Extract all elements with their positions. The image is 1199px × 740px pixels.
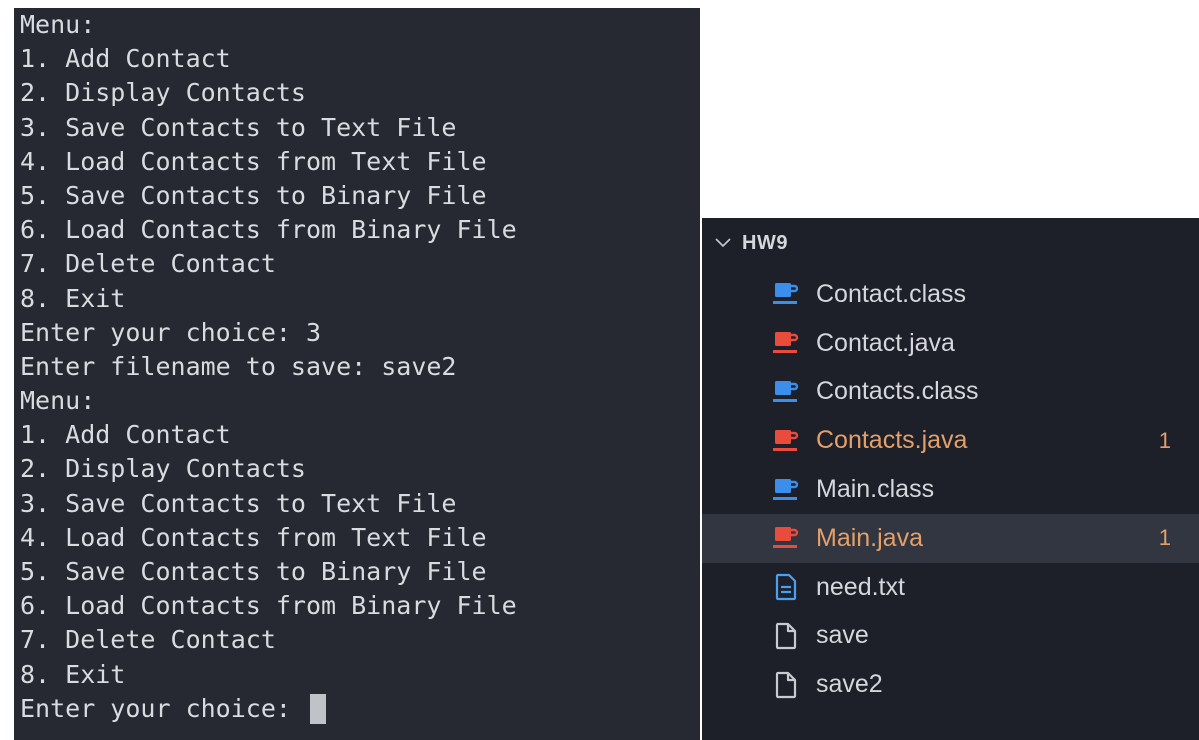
terminal-line: 1. Add Contact [20, 44, 231, 74]
terminal-line: 8. Exit [20, 283, 126, 313]
explorer-file-name: Main.java [816, 523, 923, 552]
terminal-line: Enter your choice: 3 [20, 317, 322, 347]
terminal-line: Enter filename to save: save2 [20, 351, 457, 381]
problem-count-badge: 1 [1158, 427, 1171, 453]
terminal-line: 8. Exit [20, 659, 126, 689]
terminal-line: 6. Load Contacts from Binary File [20, 591, 517, 621]
explorer-file-name: Contact.class [816, 279, 967, 308]
explorer-file-name: Main.class [816, 475, 935, 504]
explorer-file-list: Contact.class Contact.java Contacts.class C… [702, 270, 1199, 709]
terminal-line: 5. Save Contacts to Binary File [20, 557, 487, 586]
explorer-file-row[interactable]: Contacts.class [702, 368, 1199, 417]
java-class-icon [772, 280, 800, 308]
terminal-prompt-text: Enter your choice: [20, 693, 306, 723]
explorer-file-name: Contacts.java [816, 426, 968, 455]
terminal-line: 4. Load Contacts from Text File [20, 146, 487, 176]
file-icon [772, 622, 800, 650]
explorer-file-row[interactable]: Contact.java [702, 319, 1199, 368]
terminal-line: 3. Save Contacts to Text File [20, 112, 457, 142]
explorer-file-row[interactable]: Main.java 1 [702, 513, 1199, 563]
explorer-file-name: need.txt [816, 572, 905, 601]
explorer-file-row[interactable]: Contacts.java 1 [702, 416, 1199, 465]
terminal-line: Menu: [20, 10, 96, 39]
explorer-folder-name: HW9 [742, 231, 788, 254]
explorer-file-name: save2 [816, 670, 883, 699]
explorer-file-row[interactable]: need.txt [702, 563, 1199, 612]
explorer-folder-header[interactable]: HW9 [702, 218, 1199, 268]
problem-count-badge: 1 [1158, 525, 1171, 551]
java-class-icon [772, 476, 800, 504]
explorer-file-name: Contact.java [816, 328, 955, 357]
java-source-icon [772, 427, 800, 455]
java-source-icon [772, 524, 800, 552]
explorer-file-name: Contacts.class [816, 377, 979, 406]
terminal-output: Menu: 1. Add Contact 2. Display Contacts 3.… [20, 8, 700, 692]
terminal-prompt-line[interactable]: Enter your choice: [20, 692, 700, 726]
file-icon [772, 671, 800, 699]
terminal-line: 3. Save Contacts to Text File [20, 488, 457, 518]
explorer-file-row[interactable]: save [702, 612, 1199, 661]
terminal-panel[interactable]: Menu: 1. Add Contact 2. Display Contacts 3.… [14, 8, 700, 740]
file-explorer: HW9 Contact.class Contact.java Contacts.cl… [702, 218, 1199, 740]
explorer-file-row[interactable]: save2 [702, 660, 1199, 709]
explorer-file-row[interactable]: Main.class [702, 465, 1199, 514]
terminal-line: 7. Delete Contact [20, 249, 276, 279]
text-file-icon [772, 573, 800, 601]
terminal-line: 6. Load Contacts from Binary File [20, 215, 517, 245]
java-source-icon [772, 329, 800, 357]
terminal-line: 1. Add Contact [20, 420, 231, 450]
terminal-line: 7. Delete Contact [20, 625, 276, 655]
chevron-down-icon [715, 238, 731, 248]
terminal-line: Menu: [20, 386, 96, 416]
explorer-file-name: save [816, 621, 869, 650]
terminal-cursor [309, 693, 326, 724]
terminal-line: 2. Display Contacts [20, 78, 306, 108]
java-class-icon [772, 378, 800, 406]
explorer-file-row[interactable]: Contact.class [702, 270, 1199, 319]
terminal-line: 5. Save Contacts to Binary File [20, 180, 487, 210]
terminal-line: 4. Load Contacts from Text File [20, 522, 487, 552]
terminal-line: 2. Display Contacts [20, 454, 306, 484]
